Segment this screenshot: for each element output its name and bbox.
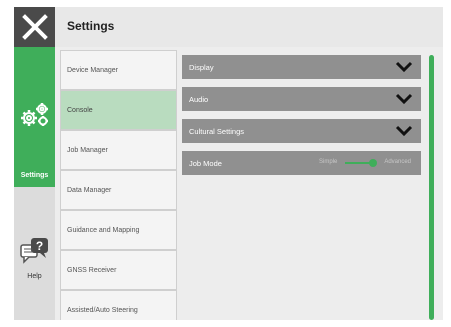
- menu-item-assisted-auto-steering[interactable]: Assisted/Auto Steering: [60, 290, 177, 320]
- menu-item-gnss-receiver[interactable]: GNSS Receiver: [60, 250, 177, 290]
- menu-item-device-manager[interactable]: Device Manager: [60, 50, 177, 90]
- page-title: Settings: [67, 19, 115, 33]
- chevron-down-icon[interactable]: [395, 93, 413, 105]
- chevron-down-icon[interactable]: [395, 61, 413, 73]
- help-nav-button[interactable]: ? Help: [14, 237, 55, 297]
- settings-nav-label: Settings: [20, 172, 49, 179]
- job-mode-label: Job Mode: [189, 158, 222, 168]
- job-mode-row: Job Mode Simple Advanced: [182, 151, 421, 175]
- gears-icon: [21, 103, 48, 126]
- cultural-settings-section-label: Cultural Settings: [189, 126, 245, 136]
- cultural-settings-section-row[interactable]: Cultural Settings: [182, 119, 421, 143]
- page-header: Settings: [55, 7, 443, 47]
- menu-item-data-manager[interactable]: Data Manager: [60, 170, 177, 210]
- help-chat-icon: ?: [20, 238, 48, 264]
- scrollbar[interactable]: [429, 55, 434, 320]
- svg-text:?: ?: [36, 239, 43, 253]
- chevron-down-icon[interactable]: [395, 125, 413, 137]
- close-button[interactable]: [14, 7, 55, 47]
- menu-item-guidance-and-mapping[interactable]: Guidance and Mapping: [60, 210, 177, 250]
- menu-item-job-manager[interactable]: Job Manager: [60, 130, 177, 170]
- audio-section-label: Audio: [189, 94, 209, 104]
- settings-menu: Device Manager Console Job Manager Data …: [60, 50, 177, 320]
- job-mode-toggle-knob[interactable]: [369, 159, 377, 167]
- audio-section-row[interactable]: Audio: [182, 87, 421, 111]
- display-section-row[interactable]: Display: [182, 55, 421, 79]
- help-nav-label: Help: [27, 273, 42, 280]
- display-section-label: Display: [189, 62, 214, 72]
- menu-item-console[interactable]: Console: [60, 90, 177, 130]
- job-mode-toggle[interactable]: Simple Advanced: [319, 158, 411, 168]
- job-mode-advanced-label: Advanced: [384, 159, 411, 165]
- left-nav: Settings ? Help: [14, 7, 55, 320]
- settings-nav-button[interactable]: Settings: [14, 47, 55, 187]
- close-icon: [21, 14, 48, 40]
- job-mode-simple-label: Simple: [319, 159, 338, 165]
- app-window: Settings ? Help Settings Device Manager …: [14, 7, 443, 320]
